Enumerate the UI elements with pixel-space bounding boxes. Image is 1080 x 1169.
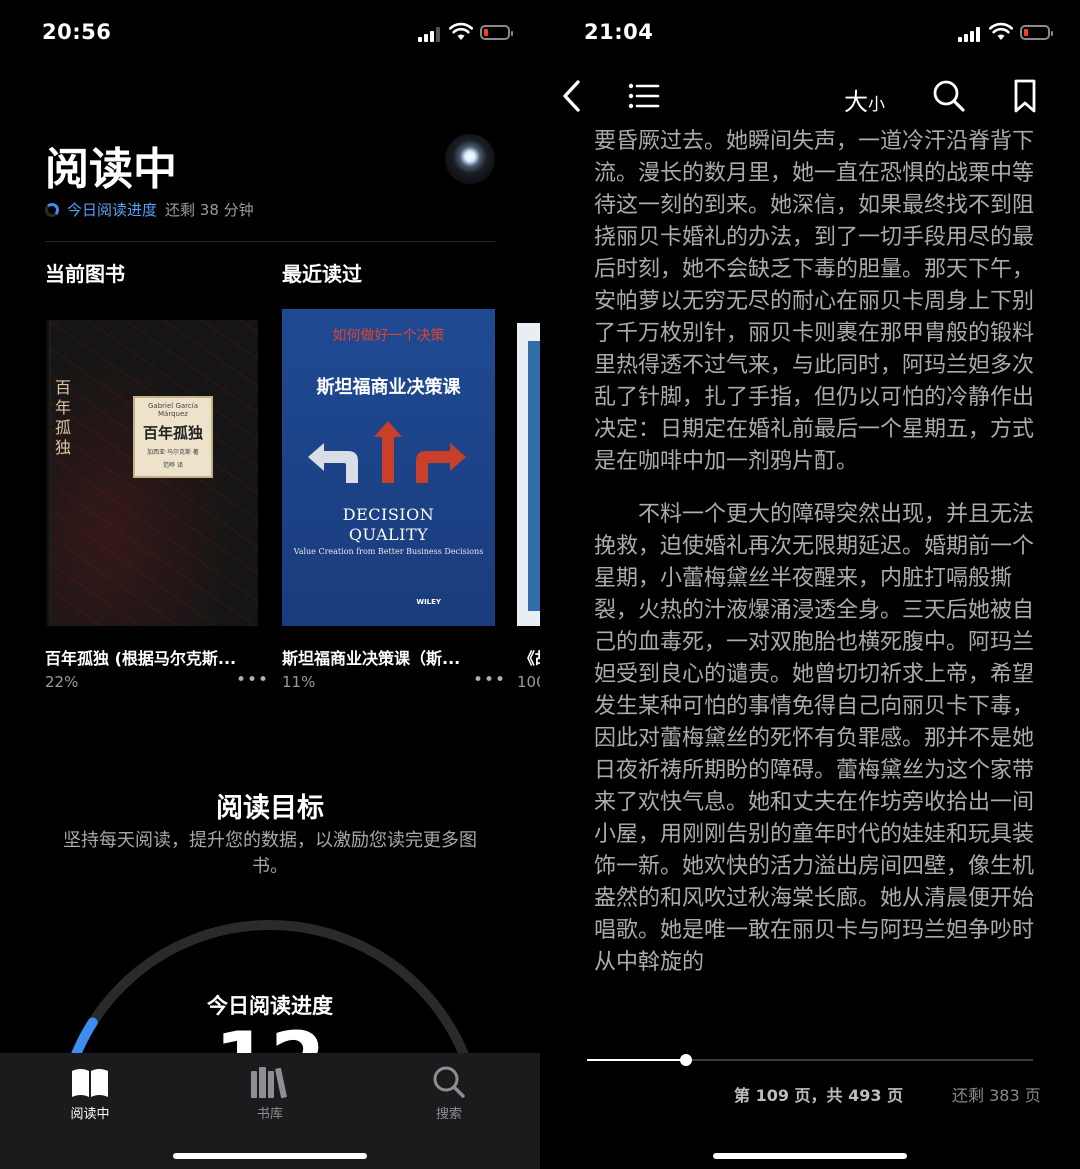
cover-title: 斯坦福商业决策课 [316,377,461,398]
font-size-small: 小 [868,95,885,115]
more-options-icon[interactable]: ••• [473,670,506,690]
book-cover-one-hundred-years[interactable]: 百年孤独 Gabriel García Márquez 百年孤独 加西亚·马尔克… [45,320,258,626]
pages-remaining: 还剩 383 页 [952,1086,1041,1105]
book-progress-percent: 100 [517,673,540,691]
status-time: 20:56 [42,20,112,44]
more-options-icon[interactable]: ••• [236,670,269,690]
book-title[interactable]: 斯坦福商业决策课（斯... [282,645,460,669]
cover-label-translator: 范晔 译 [163,462,183,469]
library-icon [251,1067,287,1099]
tab-label: 阅读中 [70,1107,110,1122]
cover-author-en: Gabriel García Márquez [148,402,198,418]
page-slider-knob[interactable] [679,1054,692,1066]
paragraph: 不料一个更大的障碍突然出现，并且无法挽救，迫使婚礼再次无限期延迟。婚期前一个星期… [594,502,1035,975]
cover-arrows-icon [308,421,466,483]
cover-label-title: 百年孤独 [142,424,203,442]
font-size-button[interactable]: 大小 [844,82,885,117]
book-open-icon [72,1069,108,1097]
status-time: 21:04 [584,20,654,44]
cover-vertical-title: 百年孤独 [55,378,72,457]
progress-ring-icon [45,202,59,217]
reading-now-screen: 20:56 阅读中 今日阅读进度 还剩 38 分钟 当前图书 最近读过 百年孤独… [0,0,540,1169]
tab-library[interactable]: 书库 [215,1063,325,1122]
page-info: 第 109 页，共 493 页 [734,1086,904,1105]
home-indicator[interactable] [173,1153,367,1159]
wifi-icon [449,22,473,40]
section-current-books: 当前图书 [45,262,125,286]
time-remaining: 还剩 38 分钟 [165,201,254,219]
divider [45,241,495,242]
chevron-left-icon[interactable] [558,78,588,114]
list-icon[interactable] [626,78,662,114]
cover-en-title-line1: DECISION [342,505,435,524]
reading-goal-description: 坚持每天阅读，提升您的数据，以激励您读完更多图书。 [63,830,477,877]
page-slider[interactable] [587,1054,1033,1066]
cover-label: Gabriel García Márquez 百年孤独 加西亚·马尔克斯 著 范… [133,396,213,478]
bookmark-icon[interactable] [1012,78,1038,114]
cover-en-subtitle: Value Creation from Better Business Deci… [293,547,484,556]
page-slider-fill [587,1059,686,1061]
tab-search[interactable]: 搜索 [394,1063,504,1122]
daily-progress-row[interactable]: 今日阅读进度 还剩 38 分钟 [45,199,254,220]
book-progress-percent: 11% [282,673,316,691]
paragraph: 要昏厥过去。她瞬间失声，一道冷汗沿脊背下流。漫长的数月里，她一直在恐惧的战栗中等… [594,129,1035,474]
cover-publisher: WILEY [416,598,441,606]
book-reader-screen: 21:04 大小 要昏厥过去。她瞬间失声，一道冷汗沿脊背下流。漫长的数月里，她一… [540,0,1080,1169]
tab-label: 搜索 [435,1107,462,1122]
search-icon [433,1066,465,1098]
signal-icon [958,26,980,42]
home-indicator[interactable] [713,1153,907,1159]
tab-bar: 阅读中 书库 搜索 [0,1053,540,1169]
cover-label-author: 加西亚·马尔克斯 著 [147,449,199,456]
book-progress-percent: 22% [45,673,79,691]
battery-icon [1020,25,1053,40]
cover-subtitle: 如何做好一个决策 [332,328,445,344]
book-title[interactable]: 《故 [519,645,540,669]
book-cover-decision-quality[interactable]: 如何做好一个决策 斯坦福商业决策课 DECISION QUALITY Value… [282,309,495,626]
wifi-icon [989,22,1013,40]
book-text[interactable]: 要昏厥过去。她瞬间失声，一道冷汗沿脊背下流。漫长的数月里，她一直在恐惧的战栗中等… [594,126,1034,979]
tab-label: 书库 [256,1107,283,1122]
daily-progress-link[interactable]: 今日阅读进度 [67,199,157,220]
signal-icon [418,26,440,42]
book-cover-third[interactable] [517,323,540,626]
page-title: 阅读中 [45,144,177,195]
reading-goal-title: 阅读目标 [216,793,324,824]
search-icon[interactable] [932,78,966,114]
cover-en-title-line2: QUALITY [348,525,429,544]
book-title[interactable]: 百年孤独 (根据马尔克斯... [45,645,236,669]
font-size-big: 大 [844,88,868,116]
avatar[interactable] [445,134,495,184]
battery-icon [480,25,513,40]
section-recently-read: 最近读过 [282,262,362,286]
tab-reading-now[interactable]: 阅读中 [35,1063,145,1122]
